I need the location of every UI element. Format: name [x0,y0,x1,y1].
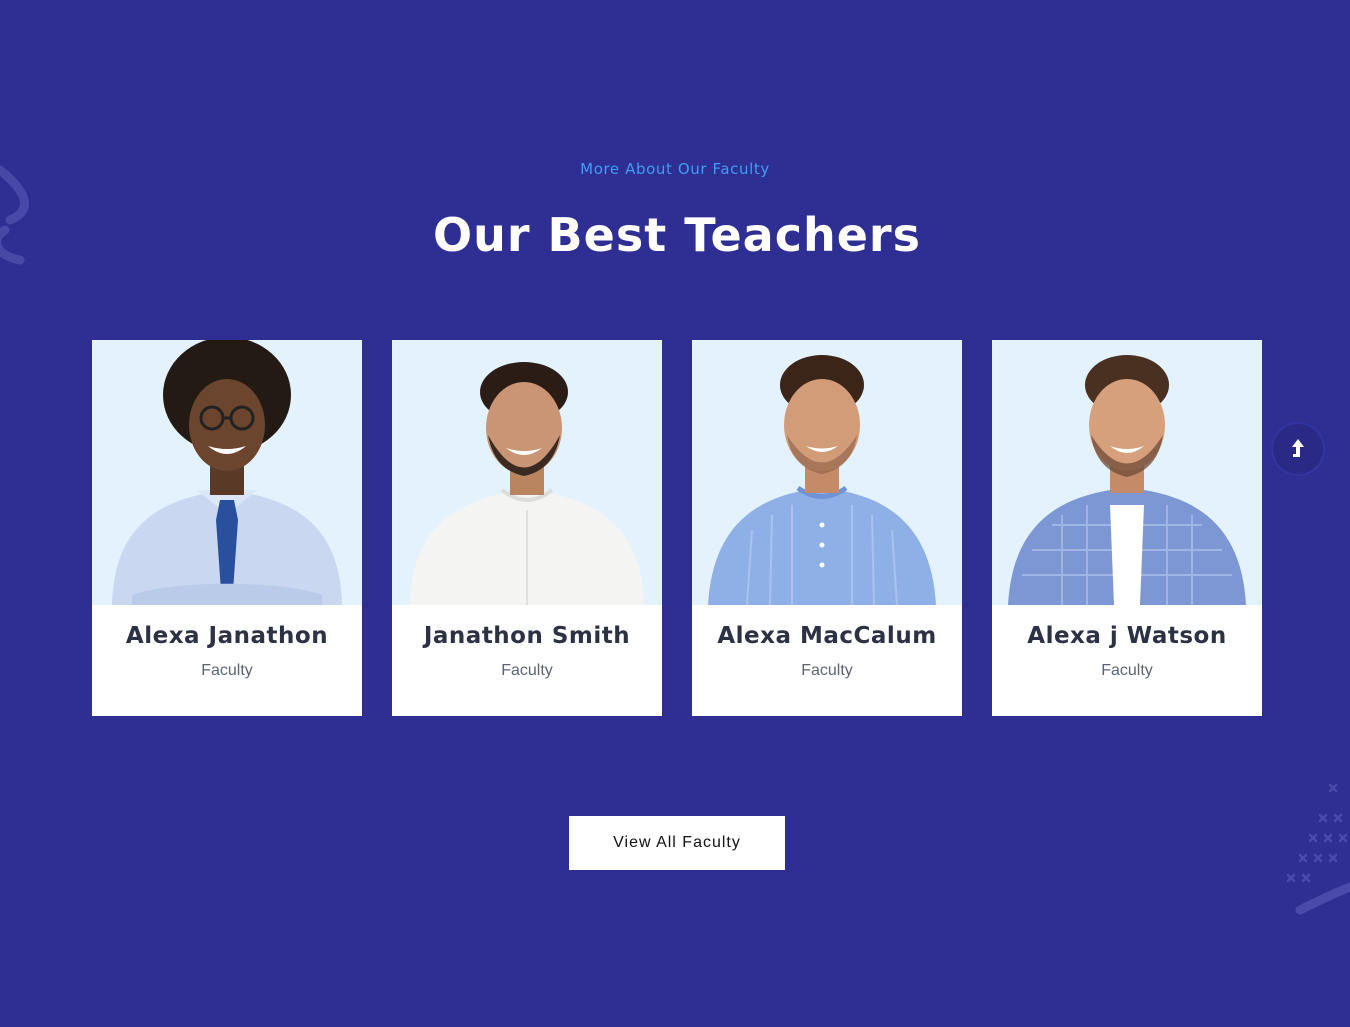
teacher-name: Alexa j Watson [1027,623,1227,649]
view-all-faculty-button[interactable]: View All Faculty [569,816,785,870]
teacher-role: Faculty [501,662,553,679]
teacher-name: Alexa Janathon [125,623,329,649]
section-eyebrow: More About Our Faculty [580,160,770,178]
teacher-photo [992,340,1262,605]
teacher-role: Faculty [1101,662,1153,679]
teacher-role: Faculty [801,662,853,679]
teacher-name: Janathon Smith [423,623,631,649]
teacher-photo [692,340,962,605]
teacher-photo [92,340,362,605]
teacher-card[interactable]: Alexa MacCalum Faculty [692,340,962,716]
teacher-photo [392,340,662,605]
teacher-card[interactable]: Janathon Smith Faculty [392,340,662,716]
teacher-card[interactable]: Alexa j Watson Faculty [992,340,1262,716]
teacher-card[interactable]: Alexa Janathon Faculty [92,340,362,716]
teacher-role: Faculty [201,662,253,679]
decorative-pattern-right [1286,783,1350,915]
scroll-top-button[interactable] [1273,424,1323,474]
arrow-up-icon [1292,439,1304,457]
section-title: Our Best Teachers [433,208,921,262]
teacher-name: Alexa MacCalum [717,623,937,649]
teachers-section: More About Our Faculty Our Best Teachers [0,0,1350,1027]
